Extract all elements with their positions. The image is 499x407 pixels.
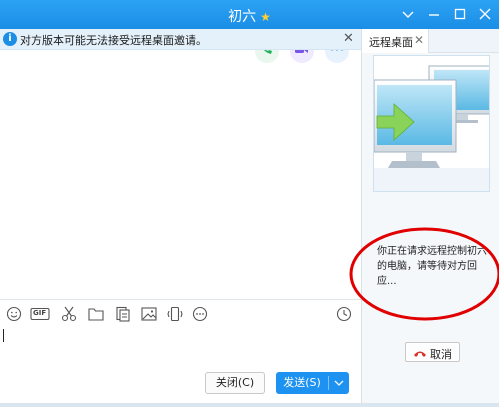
contact-name: 初六 — [228, 9, 257, 25]
input-toolbar: GIF — [0, 302, 361, 326]
red-highlight-ellipse — [349, 227, 499, 321]
tab-close-icon[interactable]: ✕ — [414, 33, 424, 47]
side-tab-bar: 远程桌面 ✕ — [362, 29, 499, 53]
cancel-button-label: 取消 — [430, 348, 452, 361]
tab-remote-desktop-label: 远程桌面 — [369, 36, 413, 49]
emoji-icon[interactable] — [5, 305, 23, 323]
tab-remote-desktop[interactable]: 远程桌面 ✕ — [362, 29, 429, 53]
title-bar: 初六 ★ — [0, 0, 499, 29]
close-icon[interactable] — [475, 4, 495, 24]
close-button[interactable]: 关闭(C) — [205, 372, 265, 394]
shake-window-icon[interactable] — [166, 305, 184, 323]
text-caret — [3, 329, 4, 342]
send-button[interactable]: 发送(S) — [276, 372, 349, 394]
info-icon: i — [3, 32, 17, 46]
send-button-label: 发送(S) — [283, 376, 321, 389]
folder-icon[interactable] — [87, 305, 105, 323]
notice-text: 对方版本可能无法接受远程桌面邀请。 — [20, 34, 207, 47]
image-icon[interactable] — [140, 305, 158, 323]
send-button-divider — [328, 376, 329, 390]
minimize-icon[interactable] — [424, 4, 444, 24]
window-bottom-edge — [0, 403, 499, 407]
star-icon: ★ — [260, 10, 271, 24]
more-icon[interactable] — [191, 305, 209, 323]
remote-desktop-illustration — [373, 55, 492, 192]
remote-desktop-panel: 远程桌面 ✕ 你正在请求远程控制初六的电脑，请等待对方回应... 取消 — [349, 29, 499, 403]
send-options-chevron-icon[interactable] — [332, 376, 346, 390]
chat-window: 初六 ★ i 对方版本可能无法接受远程桌面邀请。 ✕ GIF 关闭(C) 发送(… — [0, 0, 499, 407]
gif-label: GIF — [33, 309, 47, 317]
screenshot-scissors-icon[interactable] — [60, 305, 78, 323]
gif-icon[interactable]: GIF — [30, 305, 50, 323]
hang-up-icon — [413, 348, 427, 357]
notice-bar: i 对方版本可能无法接受远程桌面邀请。 ✕ — [0, 29, 361, 50]
chevron-down-icon[interactable] — [398, 4, 418, 24]
file-icon[interactable] — [114, 305, 132, 323]
input-divider[interactable] — [0, 299, 361, 300]
message-area[interactable] — [0, 50, 361, 299]
cancel-button[interactable]: 取消 — [405, 342, 460, 362]
message-input[interactable] — [0, 326, 361, 370]
maximize-icon[interactable] — [450, 4, 470, 24]
notice-close-icon[interactable]: ✕ — [343, 31, 354, 46]
